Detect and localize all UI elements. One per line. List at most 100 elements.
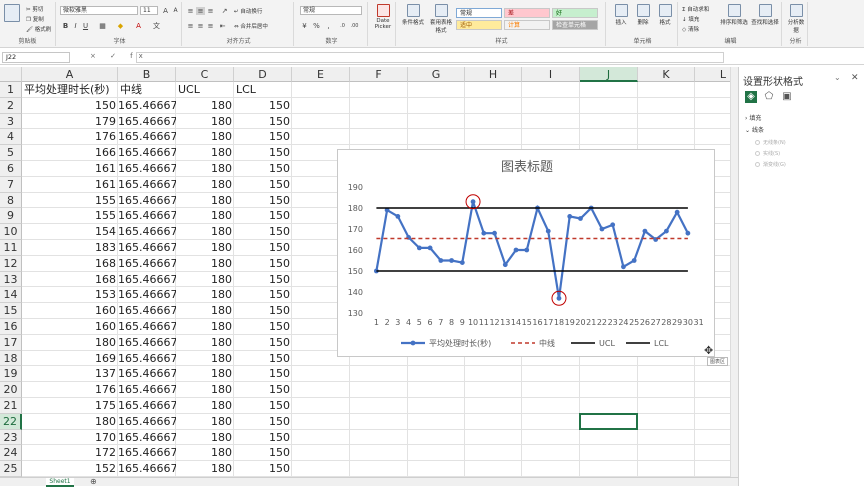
row-header[interactable]: 8 <box>0 192 22 209</box>
table-cell[interactable]: 150 <box>234 145 292 161</box>
row-header[interactable]: 12 <box>0 255 22 272</box>
table-cell[interactable]: 150 <box>234 398 292 414</box>
clear-button[interactable]: ◇ 清除 <box>682 25 699 33</box>
table-cell[interactable]: 150 <box>234 335 292 351</box>
column-header[interactable]: A <box>22 67 118 82</box>
table-cell[interactable]: 169 <box>22 351 118 367</box>
column-header[interactable]: C <box>176 67 234 82</box>
table-cell[interactable]: 165.46667 <box>118 98 176 114</box>
chevron-down-icon[interactable]: ⌄ <box>834 73 841 82</box>
effects-icon[interactable]: ⬠ <box>763 91 775 103</box>
table-cell[interactable]: 180 <box>176 335 234 351</box>
column-header[interactable]: G <box>408 67 465 82</box>
table-cell[interactable]: 165.46667 <box>118 303 176 319</box>
table-cell[interactable]: 153 <box>22 287 118 303</box>
table-cell[interactable]: 180 <box>176 414 234 430</box>
table-cell[interactable]: 165.46667 <box>118 129 176 145</box>
table-cell[interactable]: 180 <box>176 177 234 193</box>
table-cell[interactable]: 180 <box>176 208 234 224</box>
row-header[interactable]: 5 <box>0 145 22 161</box>
table-cell[interactable]: 165.46667 <box>118 351 176 367</box>
row-header[interactable]: 11 <box>0 240 22 256</box>
table-cell[interactable]: 180 <box>176 430 234 446</box>
autosum-button[interactable]: Σ 自动求和 <box>682 5 709 13</box>
cut-button[interactable]: ✂ 剪切 <box>26 5 43 13</box>
grow-font-icon[interactable]: A <box>161 7 170 15</box>
sort-filter-button[interactable]: 排序和筛选 <box>720 4 748 26</box>
column-header[interactable]: L <box>695 67 730 82</box>
size-properties-icon[interactable]: ▣ <box>781 91 793 103</box>
table-cell[interactable]: 180 <box>22 335 118 351</box>
table-cell[interactable]: 176 <box>22 129 118 145</box>
table-cell[interactable]: 180 <box>176 319 234 335</box>
table-cell[interactable]: 180 <box>176 240 234 256</box>
style-good[interactable]: 好 <box>552 8 598 18</box>
table-cell[interactable]: 161 <box>22 161 118 177</box>
table-cell[interactable]: 165.46667 <box>118 224 176 240</box>
table-cell[interactable]: 165.46667 <box>118 287 176 303</box>
row-header[interactable]: 13 <box>0 271 22 288</box>
solid-line-option[interactable]: 实线(S) <box>755 150 780 157</box>
table-cell[interactable]: 150 <box>234 256 292 272</box>
table-cell[interactable]: 137 <box>22 366 118 382</box>
align-left-icon[interactable]: ≡ <box>186 22 195 30</box>
align-bottom-icon[interactable]: ≡ <box>206 7 215 15</box>
table-cell[interactable]: 150 <box>234 193 292 209</box>
table-cell[interactable]: 165.46667 <box>118 319 176 335</box>
underline-icon[interactable]: U <box>81 22 90 30</box>
table-cell[interactable]: 165.46667 <box>118 382 176 398</box>
column-header[interactable]: D <box>234 67 292 82</box>
table-cell[interactable]: 165.46667 <box>118 430 176 446</box>
table-cell[interactable]: 150 <box>234 98 292 114</box>
table-cell[interactable]: 150 <box>234 303 292 319</box>
row-header[interactable]: 16 <box>0 319 22 335</box>
select-all-corner[interactable] <box>0 67 22 82</box>
delete-button[interactable]: 删除 <box>634 4 652 26</box>
table-cell[interactable]: 180 <box>176 287 234 303</box>
table-cell[interactable]: 180 <box>176 445 234 461</box>
merge-center-button[interactable]: ⇔ 合并后居中 <box>234 22 268 30</box>
table-cell[interactable]: 180 <box>176 145 234 161</box>
table-cell[interactable]: 180 <box>176 224 234 240</box>
style-normal[interactable]: 常规 <box>456 8 502 18</box>
table-cell[interactable]: 160 <box>22 319 118 335</box>
row-header[interactable]: 10 <box>0 224 22 240</box>
bold-icon[interactable]: B <box>61 22 70 30</box>
no-line-option[interactable]: 无线条(N) <box>755 139 786 146</box>
column-header[interactable]: F <box>350 67 408 82</box>
table-cell[interactable]: 172 <box>22 445 118 461</box>
row-header[interactable]: 19 <box>0 366 22 383</box>
table-cell[interactable]: 150 <box>234 161 292 177</box>
table-cell[interactable]: 150 <box>234 445 292 461</box>
row-header[interactable]: 3 <box>0 113 22 130</box>
indent-icon[interactable]: ⇤ <box>218 22 227 30</box>
align-right-icon[interactable]: ≡ <box>206 22 215 30</box>
table-cell[interactable]: 165.46667 <box>118 366 176 382</box>
table-cell[interactable]: 155 <box>22 208 118 224</box>
currency-icon[interactable]: ¥ <box>300 22 309 30</box>
table-cell[interactable]: 165.46667 <box>118 272 176 288</box>
table-cell[interactable]: 180 <box>176 161 234 177</box>
selected-cell[interactable] <box>579 413 638 430</box>
table-cell[interactable]: 150 <box>234 114 292 130</box>
table-cell[interactable]: 166 <box>22 145 118 161</box>
column-header[interactable]: K <box>638 67 695 82</box>
table-cell[interactable]: 165.46667 <box>118 398 176 414</box>
table-cell[interactable]: 165.46667 <box>118 414 176 430</box>
table-cell[interactable]: 180 <box>176 272 234 288</box>
table-cell[interactable]: 161 <box>22 177 118 193</box>
line-section[interactable]: ⌄ 线条 <box>745 125 764 134</box>
column-header[interactable]: B <box>118 67 176 82</box>
row-header[interactable]: 24 <box>0 445 22 462</box>
row-header[interactable]: 21 <box>0 398 22 414</box>
row-header[interactable]: 17 <box>0 334 22 351</box>
row-header[interactable]: 1 <box>0 82 22 98</box>
format-button[interactable]: 格式 <box>656 4 674 26</box>
border-icon[interactable]: ▦ <box>98 22 107 30</box>
header-cell[interactable]: LCL <box>236 82 292 98</box>
table-cell[interactable]: 168 <box>22 272 118 288</box>
table-cell[interactable]: 150 <box>234 224 292 240</box>
table-cell[interactable]: 150 <box>234 272 292 288</box>
vertical-scrollbar[interactable] <box>730 67 738 477</box>
row-header[interactable]: 23 <box>0 429 22 446</box>
